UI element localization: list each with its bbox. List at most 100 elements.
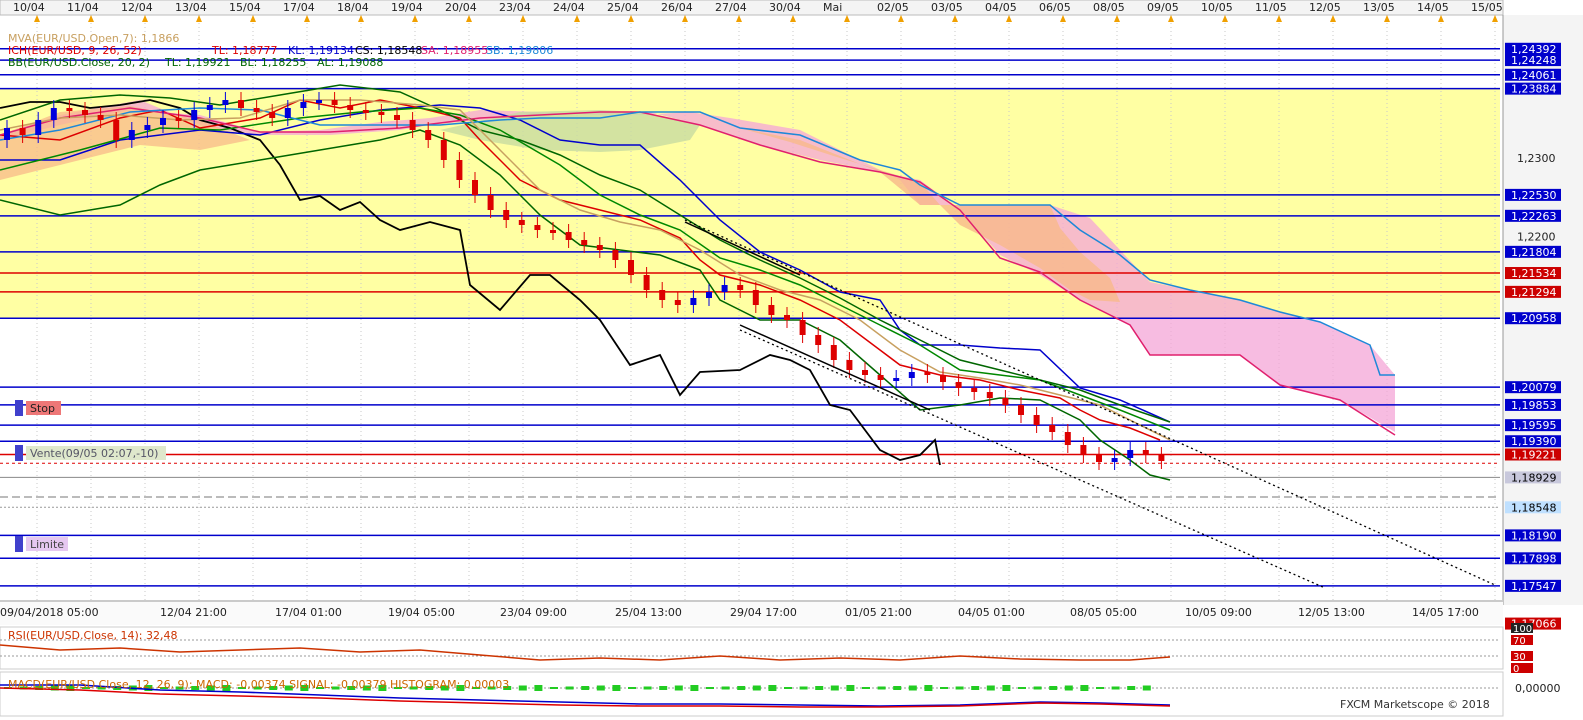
candle-body [628,260,634,275]
candle-body [518,220,525,225]
level-badge-label: 1,18548 [1511,501,1557,514]
candle-body [1142,450,1149,455]
level-badge-label: 1,19221 [1511,449,1557,462]
candle-body [394,115,400,120]
rsi-pane: RSI(EUR/USD.Close, 14): 32,48 10070 300 [0,623,1533,675]
candle-body [284,108,291,118]
top-date-label: 13/04 [175,1,207,14]
macd-histogram-bar [1080,685,1089,691]
candle-body [830,345,837,360]
candle-body [35,120,42,135]
macd-histogram-bar [986,685,995,691]
top-date-label: 12/05 [1309,1,1341,14]
macd-histogram-bar [690,685,699,691]
candle-body [128,130,135,140]
level-badge-label: 1,24061 [1511,69,1557,82]
candle-body [846,360,853,370]
candle-body [97,115,104,120]
legend-ichimoku: SA: 1,18955 [421,44,488,57]
level-badge-label: 1,23884 [1511,83,1557,96]
macd-histogram-bar [815,686,824,690]
candle-body [565,232,572,240]
candle-body [191,110,198,120]
candle-body [503,210,510,220]
macd-histogram-bar [643,686,652,690]
macd-histogram-bar [659,686,668,690]
candle-body [362,110,369,113]
candle-body [924,372,931,375]
candle-body [206,105,213,110]
candle-body [581,240,588,245]
candle-body [1049,425,1056,432]
candle-body [986,392,993,398]
candle-body [534,225,541,230]
stop-order-handle [15,400,23,416]
candle-body [659,290,666,300]
candle-body [175,118,182,121]
candle-body [940,375,946,382]
top-date-label: 15/04 [229,1,261,14]
candle-body [1127,450,1134,458]
macd-histogram-bar [752,685,761,691]
candle-body [752,290,759,305]
top-date-label: 06/05 [1039,1,1071,14]
macd-histogram-bar [550,687,558,689]
top-date-label: 03/05 [931,1,963,14]
top-date-label: 11/04 [67,1,99,14]
candle-body [862,370,868,375]
bottom-date-label: 29/04 17:00 [730,606,797,619]
macd-histogram-bar [830,685,839,691]
limit-order-handle [15,536,23,552]
top-date-label: 13/05 [1363,1,1395,14]
candle-body [113,120,120,140]
macd-histogram-bar [612,685,621,691]
stop-order-label: Stop [30,402,55,415]
macd-histogram-bar [862,687,870,689]
macd-histogram-bar [565,686,574,690]
bottom-date-label: 14/05 17:00 [1412,606,1479,619]
sell-order-handle [15,445,23,461]
rsi-label: RSI(EUR/USD.Close, 14): 32,48 [8,629,177,642]
top-date-label: 11/05 [1255,1,1287,14]
bottom-date-label: 09/04/2018 05:00 [0,606,99,619]
top-date-label: 18/04 [337,1,369,14]
top-date-label: 10/04 [13,1,45,14]
candle-body [144,125,151,130]
level-badge-label: 1,20079 [1511,381,1557,394]
legend-ichimoku: SB: 1,19806 [486,44,553,57]
candle-body [706,292,712,298]
candle-body [955,382,962,388]
level-badge-label: 1,21804 [1511,246,1557,259]
macd-histogram-bar [955,686,964,690]
candle-body [815,335,822,345]
macd-histogram-bar [1096,687,1104,689]
top-date-label: 24/04 [553,1,585,14]
price-chart[interactable]: 10/04 11/04 12/04 13/04 15/04 17/04 18/04 19/04… [0,0,1583,720]
candle-body [300,102,307,108]
macd-histogram-bar [1064,685,1073,691]
level-badge-label: 1,18190 [1511,529,1557,542]
bottom-date-label: 19/04 05:00 [388,606,455,619]
candle-body [908,372,915,378]
candle-body [1096,455,1102,462]
level-badge-label: 1,22530 [1511,189,1557,202]
top-date-label: 09/05 [1147,1,1179,14]
top-date-label: 12/04 [121,1,153,14]
macd-histogram-bar [784,687,792,689]
candle-body [487,195,494,210]
rsi-level-text: 70 [1513,636,1526,647]
top-date-label: 17/04 [283,1,315,14]
macd-histogram-bar [1018,687,1026,689]
level-badge-label: 1,22263 [1511,210,1557,223]
candle-body [1018,405,1024,415]
candle-body [253,108,260,112]
bottom-date-label: 12/05 13:00 [1298,606,1365,619]
candle-body [721,285,728,292]
sell-order-label: Vente(09/05 02:07,-10) [30,447,158,460]
top-date-label: 30/04 [769,1,801,14]
top-date-label: 23/04 [499,1,531,14]
macd-histogram-bar [518,685,527,691]
candle-body [877,375,884,380]
bottom-date-label: 12/04 21:00 [160,606,227,619]
candle-body [1080,445,1087,455]
